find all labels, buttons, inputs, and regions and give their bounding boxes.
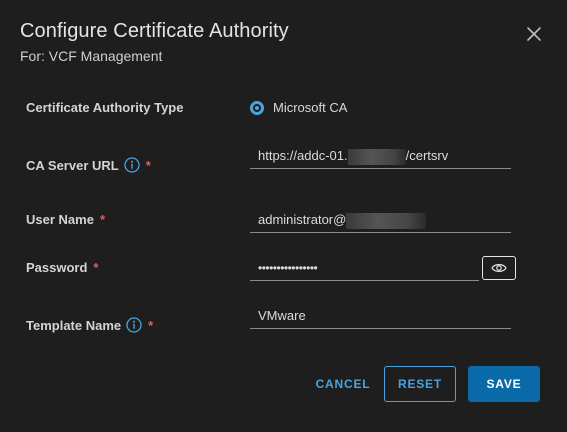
- redacted-text: [347, 148, 406, 165]
- show-password-button[interactable]: [482, 256, 516, 280]
- configure-ca-dialog: Configure Certificate Authority For: VCF…: [0, 0, 567, 432]
- template-name-value: VMware: [258, 308, 306, 323]
- user-name-prefix: administrator@: [258, 212, 347, 227]
- redacted-text: [346, 212, 427, 229]
- ca-server-url-prefix: https://addc-01.: [258, 148, 348, 163]
- radio-selected-icon[interactable]: [250, 100, 264, 115]
- ca-server-url-value: https://addc-01. /certsrv: [258, 148, 448, 165]
- template-name-input[interactable]: VMware: [250, 304, 511, 329]
- ca-type-option-label: Microsoft CA: [273, 100, 348, 115]
- dialog-title: Configure Certificate Authority: [20, 20, 289, 42]
- password-label: Password *: [26, 260, 98, 275]
- info-icon[interactable]: [126, 317, 142, 333]
- info-icon[interactable]: [124, 157, 140, 173]
- ca-type-radio-microsoft[interactable]: Microsoft CA: [250, 100, 347, 115]
- ca-type-label-text: Certificate Authority Type: [26, 100, 184, 115]
- password-value: ••••••••••••••••: [258, 261, 318, 275]
- template-name-label: Template Name *: [26, 317, 153, 333]
- required-marker: *: [145, 157, 151, 173]
- required-marker: *: [93, 260, 99, 275]
- eye-icon: [491, 264, 507, 272]
- user-name-label: User Name *: [26, 212, 105, 227]
- save-button[interactable]: SAVE: [468, 366, 540, 402]
- user-name-input[interactable]: administrator@: [250, 208, 511, 233]
- required-marker: *: [148, 317, 154, 333]
- cancel-button[interactable]: CANCEL: [309, 366, 377, 402]
- required-marker: *: [99, 212, 105, 227]
- user-name-value: administrator@: [258, 212, 427, 229]
- close-icon[interactable]: [524, 24, 544, 44]
- template-name-label-text: Template Name: [26, 317, 122, 333]
- ca-server-url-label-text: CA Server URL: [26, 157, 119, 173]
- password-label-text: Password: [26, 260, 88, 275]
- user-name-label-text: User Name: [26, 212, 94, 227]
- ca-type-label: Certificate Authority Type: [26, 100, 183, 115]
- ca-server-url-input[interactable]: https://addc-01. /certsrv: [250, 144, 511, 169]
- dialog-subtitle: For: VCF Management: [20, 48, 163, 64]
- password-input[interactable]: ••••••••••••••••: [250, 256, 479, 281]
- reset-button[interactable]: RESET: [384, 366, 456, 402]
- ca-server-url-label: CA Server URL *: [26, 157, 151, 173]
- ca-server-url-suffix: /certsrv: [405, 148, 449, 163]
